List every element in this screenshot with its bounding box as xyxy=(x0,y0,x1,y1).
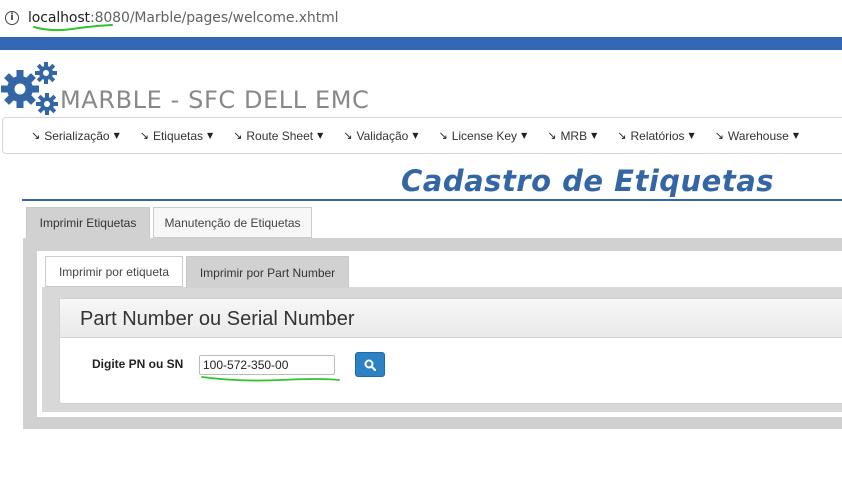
address-bar[interactable]: i localhost:8080/Marble/pages/welcome.xh… xyxy=(0,0,842,37)
top-blue-bar xyxy=(0,37,842,50)
menu-item-label: Route Sheet xyxy=(246,128,314,143)
annotation-underline xyxy=(33,24,113,32)
tab-imprimir-por-part-number[interactable]: Imprimir por Part Number xyxy=(186,256,349,288)
url-path: /Marble/pages/welcome.xhtml xyxy=(129,10,339,26)
menu-item-warehouse[interactable]: ↘ Warehouse ▼ xyxy=(715,129,799,143)
menu-item-route-sheet[interactable]: ↘ Route Sheet ▼ xyxy=(233,129,323,143)
main-menubar: ↘ Serialização ▼ ↘ Etiquetas ▼ ↘ Route Sheet ▼… xyxy=(2,117,842,154)
gears-icon xyxy=(1,62,58,115)
arrow-down-right-icon: ↘ xyxy=(233,129,243,142)
tab-imprimir-etiquetas[interactable]: Imprimir Etiquetas xyxy=(26,207,150,238)
arrow-down-right-icon: ↘ xyxy=(547,129,557,142)
tab-imprimir-por-etiqueta[interactable]: Imprimir por etiqueta xyxy=(45,256,183,287)
arrow-down-right-icon: ↘ xyxy=(617,129,627,142)
caret-down-icon: ▼ xyxy=(521,131,528,140)
info-icon[interactable]: i xyxy=(5,11,19,25)
menu-item-label: Validação xyxy=(356,128,409,143)
annotation-underline xyxy=(201,376,340,382)
caret-down-icon: ▼ xyxy=(113,131,120,140)
caret-down-icon: ▼ xyxy=(207,131,214,140)
menu-item-label: Serialização xyxy=(44,128,110,143)
tab-manutencao-etiquetas[interactable]: Manutenção de Etiquetas xyxy=(153,207,312,238)
arrow-down-right-icon: ↘ xyxy=(139,129,149,142)
arrow-down-right-icon: ↘ xyxy=(438,129,448,142)
menu-item-label: Relatórios xyxy=(630,128,685,143)
page-title: Cadastro de Etiquetas xyxy=(401,164,775,198)
menu-item-relatorios[interactable]: ↘ Relatórios ▼ xyxy=(617,129,694,143)
arrow-down-right-icon: ↘ xyxy=(343,129,353,142)
arrow-down-right-icon: ↘ xyxy=(31,129,41,142)
browser-window: i localhost:8080/Marble/pages/welcome.xh… xyxy=(0,0,842,489)
caret-down-icon: ▼ xyxy=(792,131,799,140)
menu-item-serializacao[interactable]: ↘ Serialização ▼ xyxy=(31,129,120,143)
fieldset-title: Part Number ou Serial Number xyxy=(80,308,355,330)
arrow-down-right-icon: ↘ xyxy=(714,129,724,142)
app-title: MARBLE - SFC DELL EMC xyxy=(60,86,370,114)
title-divider xyxy=(22,199,842,201)
menu-item-validacao[interactable]: ↘ Validação ▼ xyxy=(343,129,418,143)
menu-item-license-key[interactable]: ↘ License Key ▼ xyxy=(438,129,527,143)
menu-item-label: License Key xyxy=(451,128,518,143)
menu-item-mrb[interactable]: ↘ MRB ▼ xyxy=(547,129,597,143)
search-icon xyxy=(364,359,376,371)
caret-down-icon: ▼ xyxy=(591,131,598,140)
menu-item-etiquetas[interactable]: ↘ Etiquetas ▼ xyxy=(140,129,213,143)
menu-item-label: Warehouse xyxy=(727,128,789,143)
menu-item-label: Etiquetas xyxy=(152,128,204,143)
caret-down-icon: ▼ xyxy=(317,131,324,140)
pn-sn-input[interactable] xyxy=(199,355,335,375)
pn-sn-label: Digite PN ou SN xyxy=(92,357,184,371)
caret-down-icon: ▼ xyxy=(688,131,695,140)
menu-item-label: MRB xyxy=(560,128,588,143)
caret-down-icon: ▼ xyxy=(412,131,419,140)
search-button[interactable] xyxy=(355,352,385,377)
